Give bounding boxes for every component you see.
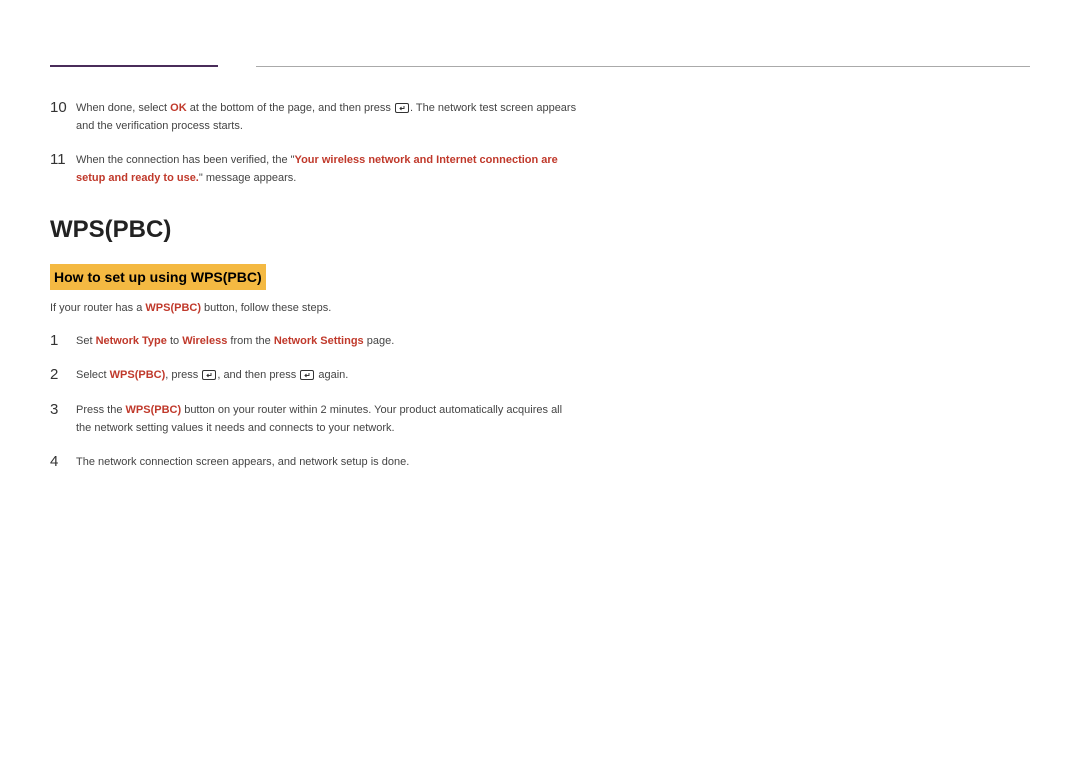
step-number: 10 [50, 99, 76, 135]
text: Set [76, 335, 96, 347]
step-11: 11 When the connection has been verified… [50, 151, 580, 187]
sub-heading: How to set up using WPS(PBC) [50, 264, 266, 290]
step-4: 4 The network connection screen appears,… [50, 453, 580, 472]
text: to [167, 335, 182, 347]
enter-icon [395, 103, 409, 113]
step-number: 3 [50, 401, 76, 437]
step-number: 11 [50, 151, 76, 187]
intro-text: If your router has a WPS(PBC) button, fo… [50, 300, 1030, 318]
step-1: 1 Set Network Type to Wireless from the … [50, 332, 580, 351]
text: If your router has a [50, 302, 145, 314]
step-2: 2 Select WPS(PBC), press , and then pres… [50, 366, 580, 385]
step-number: 2 [50, 366, 76, 385]
wpspbc-label: WPS(PBC) [145, 302, 201, 314]
step-body: When the connection has been verified, t… [76, 151, 580, 187]
text: , and then press [217, 369, 299, 381]
wireless-label: Wireless [182, 335, 227, 347]
step-3: 3 Press the WPS(PBC) button on your rout… [50, 401, 580, 437]
sub-heading-wrapper: How to set up using WPS(PBC) [50, 264, 1030, 300]
text: at the bottom of the page, and then pres… [187, 102, 394, 114]
text: page. [364, 335, 395, 347]
text: , press [165, 369, 201, 381]
text: Press the [76, 404, 126, 416]
step-body: The network connection screen appears, a… [76, 453, 409, 472]
text: " message appears. [199, 172, 296, 184]
wpspbc-label: WPS(PBC) [126, 404, 182, 416]
enter-icon [300, 370, 314, 380]
header-divider [50, 65, 1030, 67]
text: When done, select [76, 102, 170, 114]
step-number: 1 [50, 332, 76, 351]
text: button, follow these steps. [201, 302, 331, 314]
network-settings-label: Network Settings [274, 335, 364, 347]
thin-rule [256, 66, 1030, 67]
enter-icon [202, 370, 216, 380]
ok-label: OK [170, 102, 187, 114]
step-body: When done, select OK at the bottom of th… [76, 99, 580, 135]
network-type-label: Network Type [96, 335, 167, 347]
step-body: Select WPS(PBC), press , and then press … [76, 366, 348, 385]
step-body: Set Network Type to Wireless from the Ne… [76, 332, 394, 351]
section-heading-wpspbc: WPS(PBC) [50, 211, 1030, 249]
step-body: Press the WPS(PBC) button on your router… [76, 401, 580, 437]
text: When the connection has been verified, t… [76, 154, 295, 166]
accent-bar [50, 65, 218, 67]
text: Select [76, 369, 110, 381]
text: The network connection screen appears, a… [76, 456, 409, 468]
text: again. [315, 369, 348, 381]
text: from the [227, 335, 273, 347]
step-number: 4 [50, 453, 76, 472]
step-10: 10 When done, select OK at the bottom of… [50, 99, 580, 135]
wpspbc-label: WPS(PBC) [110, 369, 166, 381]
